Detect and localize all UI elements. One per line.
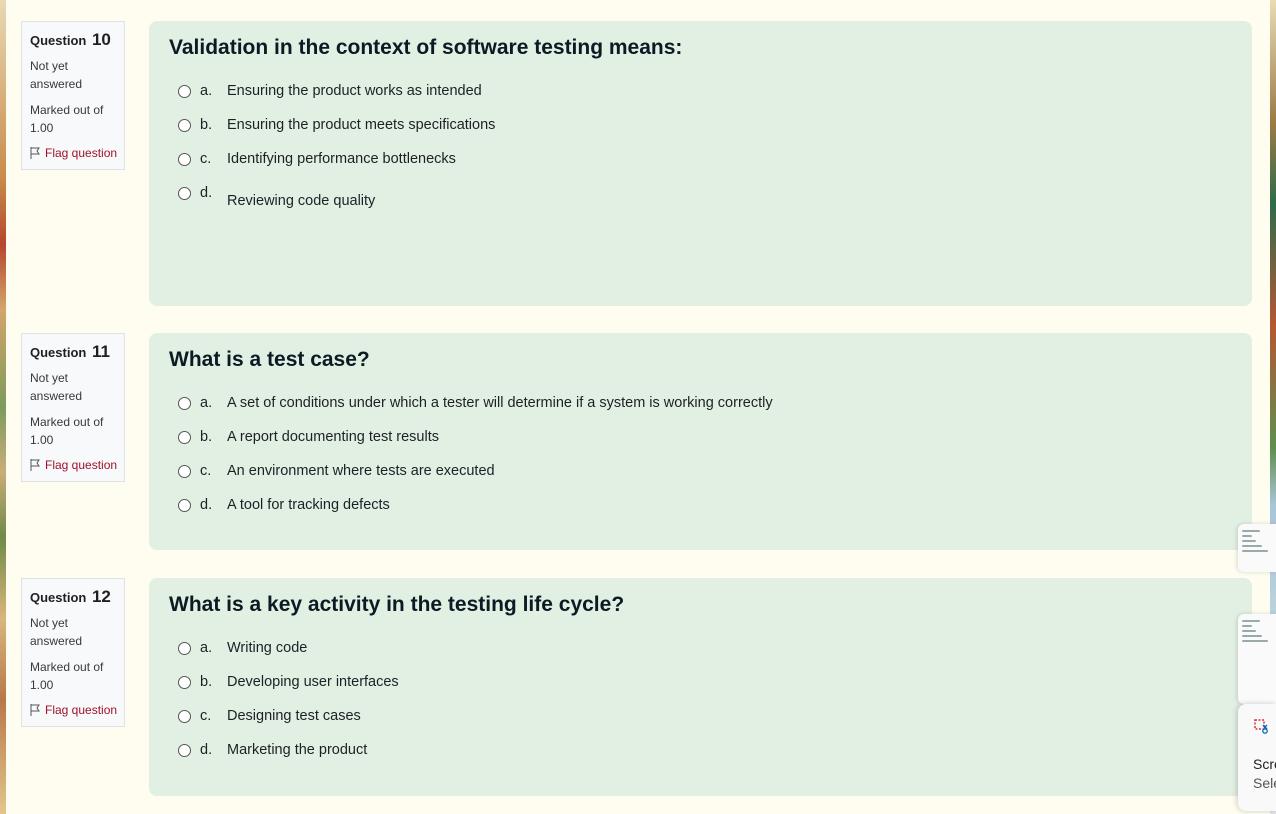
answer-letter: d. <box>200 742 213 758</box>
flag-icon <box>30 147 40 159</box>
snipping-tool-popup[interactable]: Scre Sele <box>1238 704 1276 811</box>
answer-option-a[interactable]: a. A set of conditions under which a test… <box>178 395 1232 429</box>
snip-popup-title: Scre <box>1253 756 1276 772</box>
answer-list: a. A set of conditions under which a test… <box>169 395 1232 531</box>
answer-letter: a. <box>200 395 213 411</box>
question-info: Question 11 Not yet answered Marked out … <box>21 333 125 482</box>
question-number: Question 10 <box>30 30 124 51</box>
answer-option-d[interactable]: d. Marketing the product <box>178 742 1232 776</box>
snipping-tool-icon <box>1254 719 1268 734</box>
answer-option-a[interactable]: a. Writing code <box>178 640 1232 674</box>
answer-text: Reviewing code quality <box>227 193 376 209</box>
question-content: What is a key activity in the testing li… <box>149 578 1252 796</box>
question-number-value: 12 <box>91 587 111 606</box>
question-number-value: 11 <box>91 342 110 361</box>
question-label: Question <box>30 590 87 605</box>
answer-text: Ensuring the product works as intended <box>227 83 482 99</box>
answer-letter: b. <box>200 117 213 133</box>
answer-text: Writing code <box>227 640 308 656</box>
question-label: Question <box>30 345 87 360</box>
radio-button[interactable] <box>178 397 191 410</box>
question-number: Question 11 <box>30 342 124 363</box>
answer-option-b[interactable]: b. Ensuring the product meets specificati… <box>178 117 1232 151</box>
radio-button[interactable] <box>178 710 191 723</box>
answer-letter: c. <box>200 151 212 167</box>
answer-letter: b. <box>200 674 213 690</box>
flag-question-label: Flag question <box>45 458 118 472</box>
question-number: Question 12 <box>30 587 124 608</box>
answer-option-c[interactable]: c. An environment where tests are execute… <box>178 463 1232 497</box>
question-state: Not yet answered <box>30 59 83 91</box>
answer-text: A set of conditions under which a tester… <box>227 395 773 411</box>
question-grade: Marked out of 1.00 <box>30 415 104 447</box>
background-photo-left <box>0 0 6 814</box>
snip-popup-subtitle: Sele <box>1253 775 1276 791</box>
flag-question-link[interactable]: Flag question <box>30 702 124 718</box>
answer-letter: c. <box>200 708 212 724</box>
answer-letter: d. <box>200 185 213 201</box>
question-state: Not yet answered <box>30 371 83 403</box>
screenshot-thumbnail[interactable] <box>1238 614 1276 704</box>
radio-button[interactable] <box>178 499 191 512</box>
answer-option-d[interactable]: d. A tool for tracking defects <box>178 497 1232 531</box>
thumbnail-preview <box>1242 530 1272 552</box>
answer-letter: d. <box>200 497 213 513</box>
flag-question-link[interactable]: Flag question <box>30 457 124 473</box>
answer-letter: a. <box>200 83 213 99</box>
answer-letter: a. <box>200 640 213 656</box>
radio-button[interactable] <box>178 465 191 478</box>
question-text: What is a test case? <box>169 348 370 371</box>
answer-option-c[interactable]: c. Designing test cases <box>178 708 1232 742</box>
question-grade: Marked out of 1.00 <box>30 660 104 692</box>
question-state: Not yet answered <box>30 616 83 648</box>
answer-option-c[interactable]: c. Identifying performance bottlenecks <box>178 151 1232 185</box>
answer-letter: c. <box>200 463 212 479</box>
question-info: Question 12 Not yet answered Marked out … <box>21 578 125 727</box>
radio-button[interactable] <box>178 431 191 444</box>
answer-option-d[interactable]: d. Reviewing code quality <box>178 185 1232 229</box>
answer-text: A tool for tracking defects <box>227 497 390 513</box>
radio-button[interactable] <box>178 85 191 98</box>
answer-text: Designing test cases <box>227 708 361 724</box>
answer-option-b[interactable]: b. A report documenting test results <box>178 429 1232 463</box>
answer-text: Developing user interfaces <box>227 674 399 690</box>
question-text: Validation in the context of software te… <box>169 36 683 59</box>
answer-text: Identifying performance bottlenecks <box>227 151 456 167</box>
answer-text: A report documenting test results <box>227 429 439 445</box>
flag-question-label: Flag question <box>45 146 118 160</box>
radio-button[interactable] <box>178 119 191 132</box>
question-grade: Marked out of 1.00 <box>30 103 104 135</box>
question-text: What is a key activity in the testing li… <box>169 593 625 616</box>
radio-button[interactable] <box>178 153 191 166</box>
radio-button[interactable] <box>178 744 191 757</box>
screenshot-thumbnail[interactable] <box>1238 524 1276 572</box>
question-content: Validation in the context of software te… <box>149 21 1252 306</box>
question-content: What is a test case? a. A set of conditio… <box>149 333 1252 550</box>
radio-button[interactable] <box>178 642 191 655</box>
question-info: Question 10 Not yet answered Marked out … <box>21 21 125 170</box>
flag-icon <box>30 704 40 716</box>
answer-text: Marketing the product <box>227 742 368 758</box>
answer-list: a. Ensuring the product works as intended… <box>169 83 1232 229</box>
question-label: Question <box>30 33 87 48</box>
flag-icon <box>30 459 40 471</box>
flag-question-link[interactable]: Flag question <box>30 145 124 161</box>
answer-text: Ensuring the product meets specification… <box>227 117 496 133</box>
answer-text: An environment where tests are executed <box>227 463 495 479</box>
radio-button[interactable] <box>178 676 191 689</box>
answer-list: a. Writing code b. Developing user interfa… <box>169 640 1232 776</box>
flag-question-label: Flag question <box>45 703 118 717</box>
answer-letter: b. <box>200 429 213 445</box>
answer-option-b[interactable]: b. Developing user interfaces <box>178 674 1232 708</box>
answer-option-a[interactable]: a. Ensuring the product works as intended <box>178 83 1232 117</box>
question-number-value: 10 <box>91 30 111 49</box>
radio-button[interactable] <box>178 187 191 200</box>
thumbnail-preview <box>1242 620 1272 642</box>
